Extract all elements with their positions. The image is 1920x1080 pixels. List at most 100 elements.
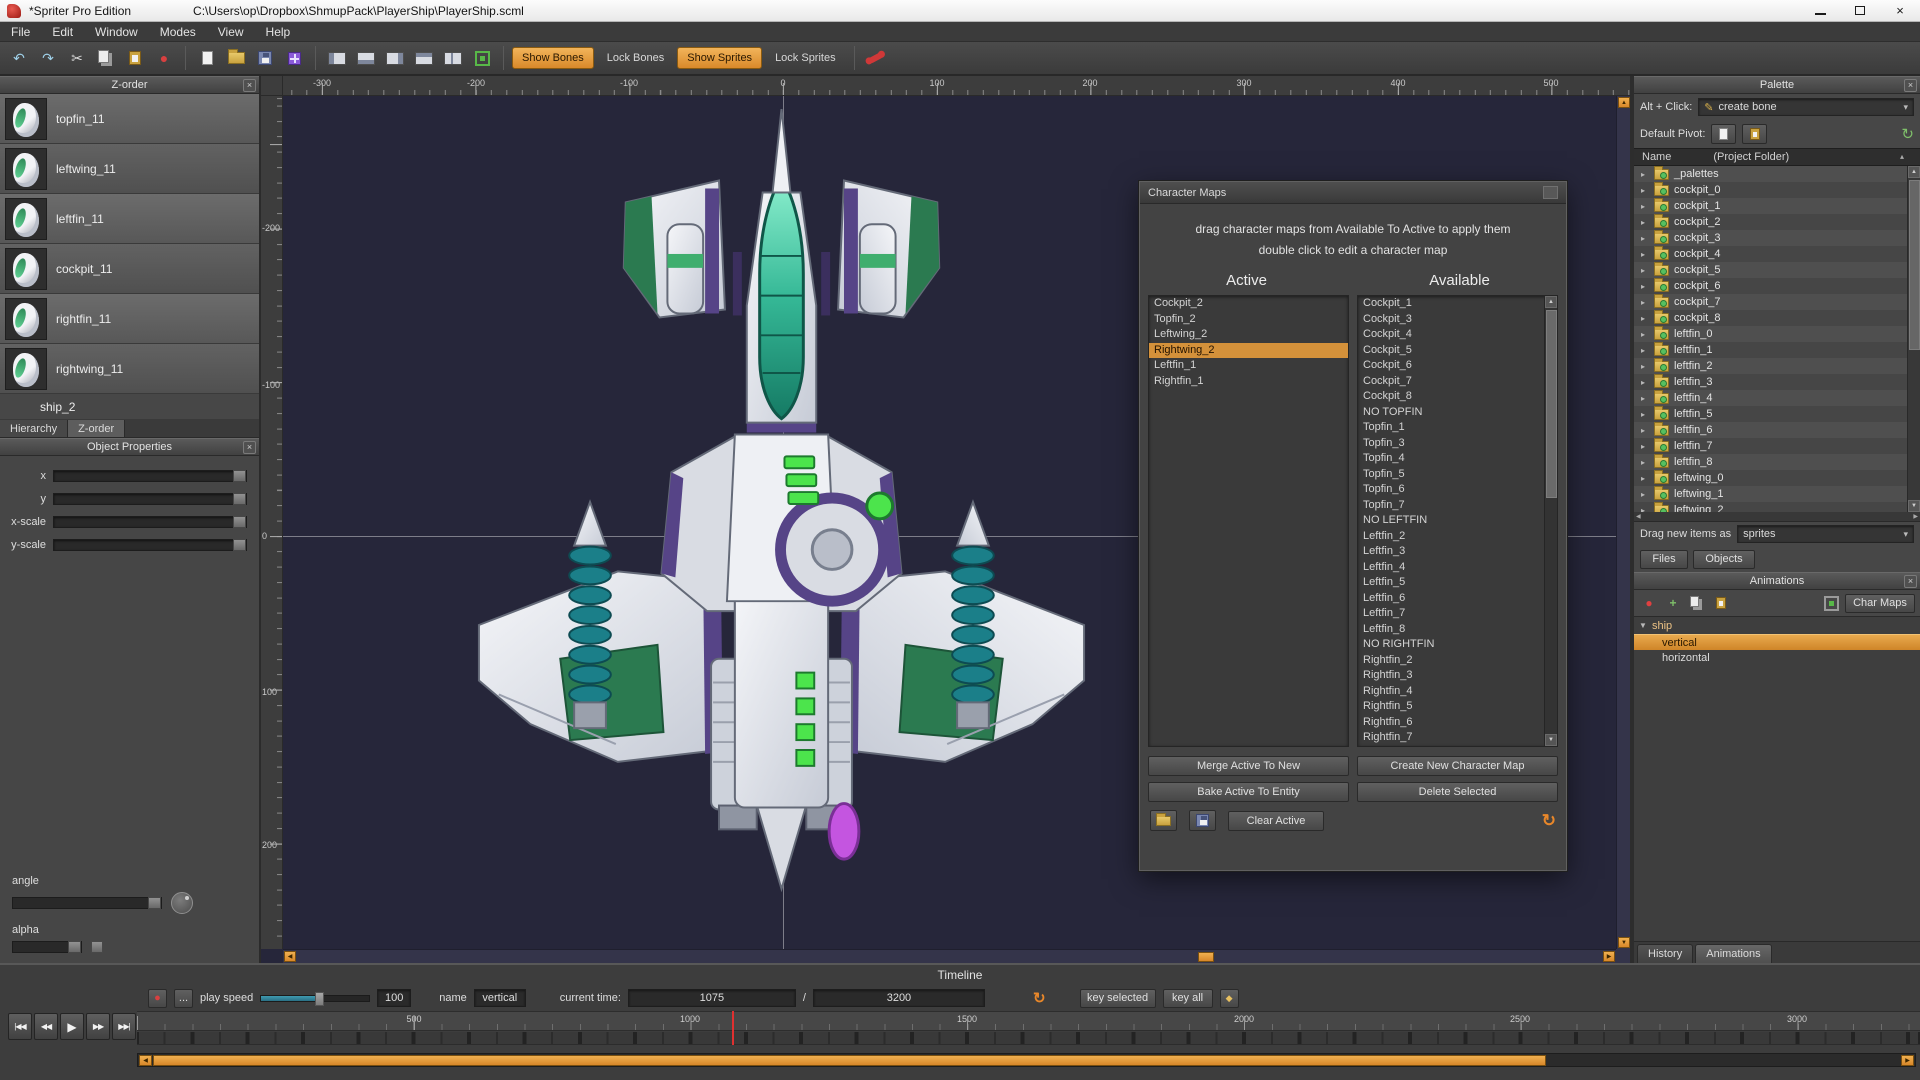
options-button[interactable]: ...: [174, 989, 193, 1008]
timeline-scrollbar[interactable]: ◀ ▶: [137, 1053, 1916, 1067]
file-tree-header[interactable]: Name (Project Folder) ▴: [1634, 148, 1920, 166]
available-list-item[interactable]: Rightfin_5: [1358, 699, 1557, 715]
menu-modes[interactable]: Modes: [149, 22, 207, 41]
playhead[interactable]: [732, 1011, 734, 1045]
new-file-icon[interactable]: [194, 45, 220, 71]
menu-window[interactable]: Window: [84, 22, 149, 41]
redo-icon[interactable]: ↷: [35, 45, 61, 71]
scroll-right-icon[interactable]: ▶: [1913, 513, 1918, 520]
scroll-right-icon[interactable]: ▶: [1603, 951, 1615, 962]
available-list-scrollbar[interactable]: ▲ ▼: [1544, 296, 1557, 746]
zorder-item[interactable]: ship_2: [0, 394, 259, 420]
entity-row[interactable]: ▼ ship: [1634, 617, 1920, 634]
expand-icon[interactable]: ▸: [1641, 330, 1649, 339]
save-icon[interactable]: [252, 45, 278, 71]
folder-row[interactable]: ▸leftwing_1: [1634, 486, 1920, 502]
menu-edit[interactable]: Edit: [41, 22, 84, 41]
zorder-item[interactable]: leftfin_11: [0, 194, 259, 244]
active-list-item[interactable]: Topfin_2: [1149, 312, 1348, 328]
slider-handle[interactable]: [233, 516, 246, 528]
scroll-down-icon[interactable]: ▼: [1908, 500, 1920, 512]
folder-row[interactable]: ▸cockpit_6: [1634, 278, 1920, 294]
active-list-item[interactable]: Cockpit_2: [1149, 296, 1348, 312]
scroll-down-icon[interactable]: ▼: [1618, 937, 1630, 948]
open-folder-icon[interactable]: [223, 45, 249, 71]
minimize-button[interactable]: [1800, 0, 1840, 21]
undo-icon[interactable]: ↶: [6, 45, 32, 71]
folder-row[interactable]: ▸cockpit_4: [1634, 246, 1920, 262]
expand-icon[interactable]: ▸: [1641, 506, 1649, 513]
scrollbar-thumb[interactable]: [1909, 180, 1920, 350]
close-button[interactable]: ×: [1880, 0, 1920, 21]
animation-length-icon[interactable]: [1711, 593, 1731, 613]
close-icon[interactable]: ×: [243, 79, 256, 92]
scroll-left-icon[interactable]: ◀: [284, 951, 296, 962]
keyframe-options-button[interactable]: ◆: [1220, 989, 1239, 1008]
close-icon[interactable]: ×: [243, 441, 256, 454]
available-list-item[interactable]: Rightfin_6: [1358, 715, 1557, 731]
available-list-item[interactable]: Leftfin_8: [1358, 622, 1557, 638]
scroll-left-icon[interactable]: ◀: [139, 1055, 152, 1066]
copy-icon[interactable]: [93, 45, 119, 71]
available-list-item[interactable]: Rightfin_7: [1358, 730, 1557, 746]
menu-view[interactable]: View: [207, 22, 255, 41]
panel-layout-icon-5[interactable]: [440, 45, 466, 71]
tab-animations[interactable]: Animations: [1695, 944, 1771, 963]
zorder-item[interactable]: leftwing_11: [0, 144, 259, 194]
delete-selected-button[interactable]: Delete Selected: [1357, 782, 1558, 802]
available-list[interactable]: Cockpit_1 Cockpit_3 Cockpit_4 Cockpit_5 …: [1357, 295, 1558, 747]
panel-layout-icon-3[interactable]: [382, 45, 408, 71]
folder-row[interactable]: ▸_palettes: [1634, 166, 1920, 182]
panel-layout-icon-1[interactable]: [324, 45, 350, 71]
folder-row[interactable]: ▸leftfin_8: [1634, 454, 1920, 470]
canvas-vertical-scrollbar[interactable]: ▲ ▼: [1616, 96, 1630, 949]
zorder-item[interactable]: rightwing_11: [0, 344, 259, 394]
total-time-field[interactable]: 3200: [813, 989, 985, 1007]
expand-icon[interactable]: ▸: [1641, 458, 1649, 467]
folder-row[interactable]: ▸leftfin_3: [1634, 374, 1920, 390]
refresh-icon[interactable]: ↻: [1542, 811, 1556, 831]
scrollbar-thumb[interactable]: [153, 1055, 1546, 1066]
ship-sprite[interactable]: [469, 104, 1094, 894]
folder-row[interactable]: ▸leftfin_7: [1634, 438, 1920, 454]
paste-icon[interactable]: [122, 45, 148, 71]
slider-handle[interactable]: [233, 470, 246, 482]
animation-row-horizontal[interactable]: horizontal: [1634, 650, 1920, 666]
folder-row[interactable]: ▸leftfin_5: [1634, 406, 1920, 422]
expand-icon[interactable]: ▸: [1641, 490, 1649, 499]
record-icon[interactable]: ●: [151, 45, 177, 71]
char-maps-button[interactable]: Char Maps: [1845, 594, 1915, 613]
expand-icon[interactable]: ▸: [1641, 426, 1649, 435]
angle-dial[interactable]: [171, 892, 193, 914]
tab-zorder[interactable]: Z-order: [68, 420, 125, 437]
available-list-item[interactable]: NO LEFTFIN: [1358, 513, 1557, 529]
pivot-copy-button[interactable]: [1711, 124, 1736, 144]
tab-hierarchy[interactable]: Hierarchy: [0, 420, 68, 437]
scroll-up-icon[interactable]: ▲: [1618, 97, 1630, 108]
scroll-down-icon[interactable]: ▼: [1545, 734, 1557, 746]
available-list-item[interactable]: Rightfin_4: [1358, 684, 1557, 700]
create-new-charmap-button[interactable]: Create New Character Map: [1357, 756, 1558, 776]
play-speed-slider[interactable]: [260, 995, 370, 1002]
maximize-button[interactable]: [1840, 0, 1880, 21]
available-list-item[interactable]: Cockpit_3: [1358, 312, 1557, 328]
xscale-slider[interactable]: [53, 516, 247, 528]
scroll-up-icon[interactable]: ▲: [1545, 296, 1557, 308]
close-icon[interactable]: ×: [1904, 575, 1917, 588]
alpha-value-box[interactable]: [91, 941, 103, 953]
expand-icon[interactable]: ▸: [1641, 266, 1649, 275]
duplicate-animation-icon[interactable]: [1687, 593, 1707, 613]
available-list-item[interactable]: Leftfin_3: [1358, 544, 1557, 560]
show-bones-toggle[interactable]: Show Bones: [512, 47, 594, 69]
resize-icon[interactable]: [1821, 593, 1841, 613]
scroll-up-icon[interactable]: ▲: [1908, 166, 1920, 178]
expand-icon[interactable]: ▸: [1641, 218, 1649, 227]
scroll-left-icon[interactable]: ◀: [1636, 513, 1641, 520]
folder-row[interactable]: ▸cockpit_2: [1634, 214, 1920, 230]
y-slider[interactable]: [53, 493, 247, 505]
lock-bones-toggle[interactable]: Lock Bones: [597, 47, 674, 69]
merge-active-button[interactable]: Merge Active To New: [1148, 756, 1349, 776]
previous-frame-button[interactable]: ◀◀: [34, 1013, 58, 1040]
available-list-item[interactable]: Leftfin_5: [1358, 575, 1557, 591]
slider-handle[interactable]: [68, 941, 81, 953]
